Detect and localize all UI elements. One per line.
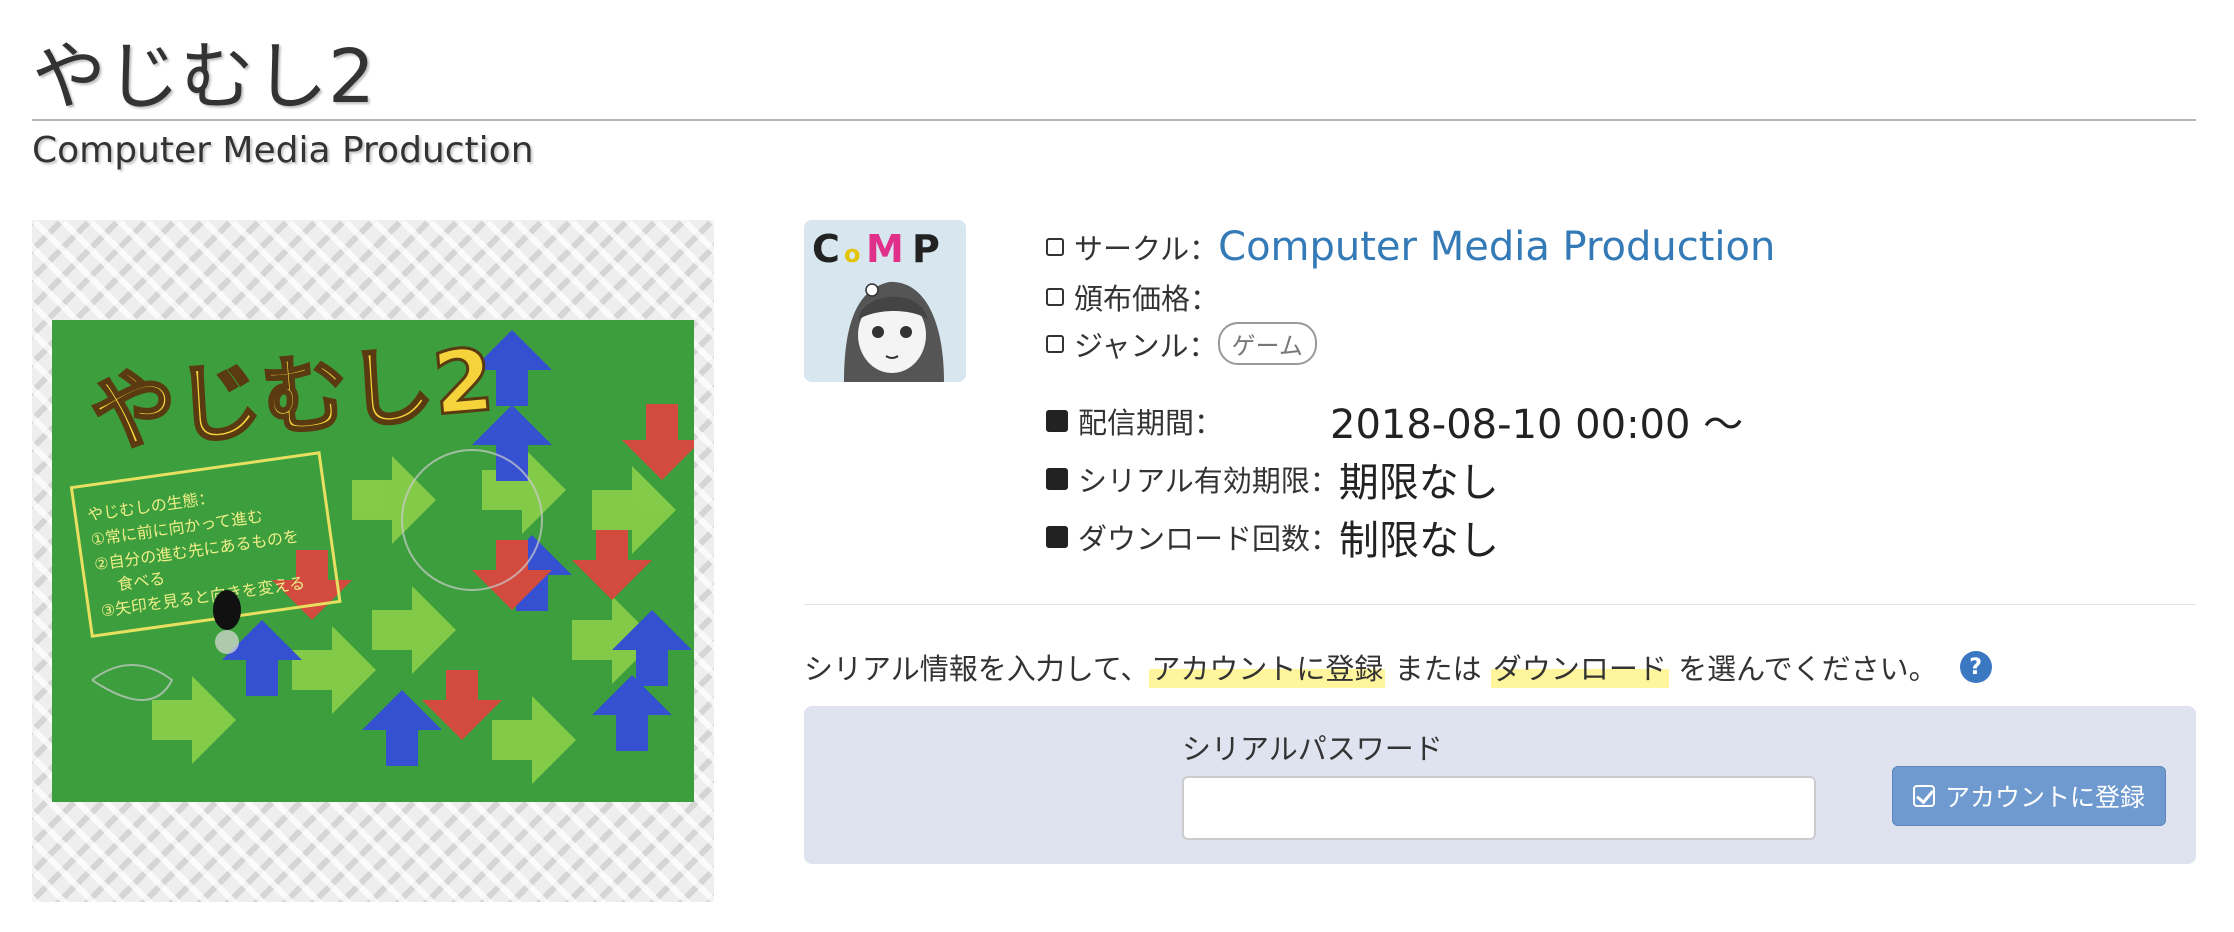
circle-row: サークル： Computer Media Production bbox=[1046, 224, 1775, 270]
register-highlight: アカウントに登録 bbox=[1149, 646, 1386, 688]
serial-expiry-value: 期限なし bbox=[1338, 460, 1499, 506]
genre-tag[interactable]: ゲーム bbox=[1217, 322, 1317, 365]
cover-artwork: やじむし2 やじむしの生態： ①常に前に向かって進む ②自分の進む先にあるものを… bbox=[52, 320, 694, 802]
serial-form-panel: シリアルパスワード アカウントに登録 bbox=[804, 706, 2196, 864]
bullet-square-icon bbox=[1046, 334, 1064, 353]
download-count-row: ダウンロード回数： 制限なし bbox=[1046, 508, 1499, 566]
cover-image: やじむし2 やじむしの生態： ①常に前に向かって進む ②自分の進む先にあるものを… bbox=[32, 220, 714, 902]
serial-password-input[interactable] bbox=[1182, 776, 1816, 840]
genre-label: ジャンル： bbox=[1074, 328, 1218, 363]
instruction-prefix: シリアル情報を入力して、 bbox=[804, 652, 1150, 686]
instruction-text: シリアル情報を入力して、 アカウントに登録 または ダウンロード を選んでくださ… bbox=[804, 646, 1992, 688]
help-icon[interactable]: ? bbox=[1959, 651, 1992, 683]
circle-avatar[interactable]: C o M P bbox=[804, 220, 966, 382]
bullet-square-icon bbox=[1046, 238, 1064, 256]
svg-text:C: C bbox=[812, 227, 840, 271]
circle-logo-avatar-icon: C o M P bbox=[804, 220, 966, 382]
bullet-filled-square-icon bbox=[1046, 526, 1068, 548]
serial-password-label: シリアルパスワード bbox=[1182, 732, 1443, 766]
circle-name-link[interactable]: Computer Media Production bbox=[1218, 224, 1775, 270]
period-label: 配信期間： bbox=[1078, 406, 1224, 440]
price-row: 頒布価格： bbox=[1046, 276, 1219, 318]
download-count-value: 制限なし bbox=[1339, 518, 1500, 564]
bullet-filled-square-icon bbox=[1046, 410, 1068, 432]
download-count-label: ダウンロード回数： bbox=[1078, 522, 1340, 556]
section-divider bbox=[804, 604, 2196, 605]
checkbox-check-icon bbox=[1912, 785, 1935, 807]
page-title: やじむし2 bbox=[32, 34, 376, 120]
period-row: 配信期間： 2018-08-10 00:00 〜 bbox=[1046, 392, 1743, 450]
price-label: 頒布価格： bbox=[1074, 282, 1220, 316]
title-divider bbox=[32, 119, 2196, 121]
svg-text:o: o bbox=[844, 240, 861, 268]
period-value: 2018-08-10 00:00 〜 bbox=[1330, 402, 1744, 448]
instruction-suffix: を選んでください。 bbox=[1668, 652, 1938, 686]
register-button-label: アカウントに登録 bbox=[1944, 783, 2145, 812]
register-account-button[interactable]: アカウントに登録 bbox=[1892, 766, 2166, 826]
bullet-filled-square-icon bbox=[1046, 468, 1068, 490]
serial-expiry-label: シリアル有効期限： bbox=[1078, 464, 1339, 498]
svg-text:M: M bbox=[866, 227, 904, 271]
circle-label: サークル： bbox=[1074, 232, 1219, 266]
serial-expiry-row: シリアル有効期限： 期限なし bbox=[1046, 450, 1499, 508]
svg-text:P: P bbox=[912, 227, 940, 271]
download-highlight: ダウンロード bbox=[1490, 646, 1669, 688]
instruction-middle: または bbox=[1385, 652, 1491, 686]
page-subtitle: Computer Media Production bbox=[32, 130, 534, 171]
bullet-square-icon bbox=[1046, 288, 1064, 306]
genre-row: ジャンル： ゲーム bbox=[1046, 322, 1317, 365]
